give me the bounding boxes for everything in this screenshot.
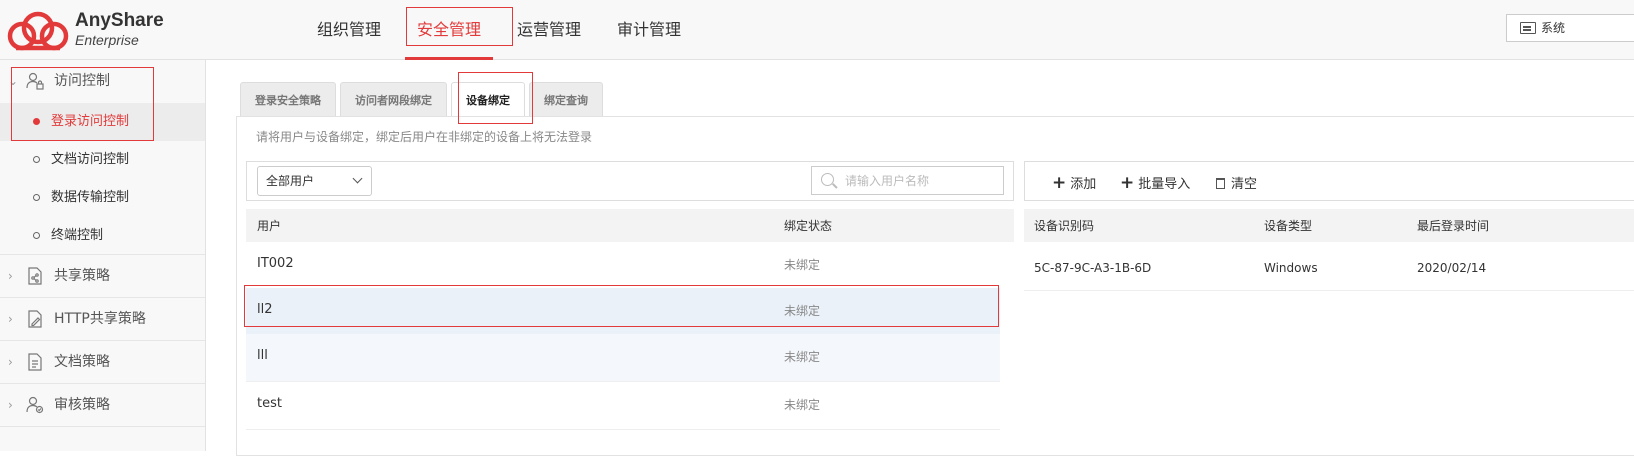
sidebar: ⌄ 访问控制 登录访问控制 文档访问控制 数据传输控制 终端控制 › 共享策略 …: [0, 60, 206, 451]
sidebar-group-doc-policy[interactable]: › 文档策略: [0, 341, 205, 384]
column-header-binding-status: 绑定状态: [784, 219, 833, 233]
last-login-time: 2020/02/14: [1417, 261, 1487, 275]
tab-device-binding[interactable]: 设备绑定: [451, 82, 525, 117]
hint-text: 请将用户与设备绑定，绑定后用户在非绑定的设备上将无法登录: [256, 130, 593, 144]
sidebar-group-http-share-policy[interactable]: › HTTP共享策略: [0, 298, 205, 341]
binding-status: 未绑定: [784, 258, 821, 272]
logo-subtitle: Enterprise: [75, 32, 139, 48]
tab-binding-query[interactable]: 绑定查询: [529, 82, 603, 117]
clear-button[interactable]: 清空: [1216, 173, 1257, 192]
sidebar-item-label: 终端控制: [51, 228, 104, 243]
user-search-input[interactable]: [845, 171, 995, 191]
add-label: 添加: [1070, 177, 1097, 192]
nav-security-management[interactable]: 安全管理: [405, 0, 494, 60]
system-icon: [1520, 22, 1536, 34]
search-icon: [821, 173, 834, 186]
user-filter-value: 全部用户: [266, 174, 315, 188]
import-label: 批量导入: [1138, 177, 1191, 192]
device-toolbar: [1024, 161, 1634, 201]
user-filter-select[interactable]: 全部用户: [257, 166, 372, 196]
table-row[interactable]: test 未绑定: [246, 382, 1000, 430]
sidebar-group-audit-policy[interactable]: › 审核策略: [0, 384, 205, 427]
sidebar-item-label: 文档访问控制: [51, 152, 130, 167]
user-lock-icon: [26, 72, 44, 90]
binding-status: 未绑定: [784, 398, 821, 412]
sidebar-item-label: 数据传输控制: [51, 190, 130, 205]
doc-icon: [28, 353, 42, 371]
tab-login-security-policy[interactable]: 登录安全策略: [240, 82, 336, 117]
user-name: lll: [257, 348, 268, 363]
nav-operation-management[interactable]: 运营管理: [505, 0, 593, 60]
chevron-right-icon: ›: [8, 398, 13, 412]
table-row[interactable]: 5C-87-9C-A3-1B-6D Windows 2020/02/14: [1024, 245, 1634, 291]
column-header-device-code: 设备识别码: [1034, 219, 1095, 233]
chevron-right-icon: ›: [8, 355, 13, 369]
sidebar-group-share-policy[interactable]: › 共享策略: [0, 255, 205, 298]
chevron-right-icon: ›: [8, 312, 13, 326]
sidebar-group-label: 共享策略: [54, 268, 110, 284]
column-header-last-login: 最后登录时间: [1417, 219, 1490, 233]
nav-audit-management[interactable]: 审计管理: [605, 0, 693, 60]
sidebar-group-access-control[interactable]: ⌄ 访问控制: [0, 60, 205, 103]
policy-tabs: 登录安全策略 访问者网段绑定 设备绑定 绑定查询: [240, 82, 607, 117]
sidebar-item-data-transfer-control[interactable]: 数据传输控制: [0, 179, 205, 217]
sidebar-group-label: HTTP共享策略: [54, 311, 146, 327]
sidebar-item-terminal-control[interactable]: 终端控制: [0, 217, 205, 255]
share-doc-icon: [28, 267, 42, 285]
binding-status: 未绑定: [784, 350, 821, 364]
user-name: test: [257, 396, 282, 411]
plus-icon: +: [1052, 173, 1067, 193]
sidebar-group-label: 审核策略: [54, 397, 110, 413]
device-table-header: 设备识别码 设备类型 最后登录时间: [1024, 209, 1634, 242]
tab-visitor-segment-binding[interactable]: 访问者网段绑定: [340, 82, 447, 117]
system-button-label: 系统: [1541, 21, 1566, 35]
chevron-down-icon: ⌄: [8, 74, 19, 88]
bullet-icon: [33, 156, 40, 163]
bullet-icon: [33, 118, 40, 125]
bullet-icon: [33, 232, 40, 239]
user-table-header: 用户 绑定状态: [246, 209, 1014, 242]
device-code: 5C-87-9C-A3-1B-6D: [1034, 261, 1152, 275]
user-search-box: [811, 166, 1004, 195]
edit-doc-icon: [28, 310, 42, 328]
sidebar-item-login-access-control[interactable]: 登录访问控制: [0, 103, 205, 141]
bullet-icon: [33, 194, 40, 201]
user-audit-icon: [26, 396, 44, 414]
column-header-user: 用户: [257, 219, 282, 233]
plus-icon: +: [1120, 173, 1135, 193]
chevron-down-icon: [352, 173, 363, 184]
chevron-right-icon: ›: [8, 269, 13, 283]
nav-org-management[interactable]: 组织管理: [305, 0, 393, 60]
table-row[interactable]: lll 未绑定: [246, 334, 1000, 382]
device-type: Windows: [1264, 261, 1318, 275]
column-header-device-type: 设备类型: [1264, 219, 1313, 233]
trash-icon: [1216, 178, 1225, 189]
clear-label: 清空: [1231, 177, 1258, 192]
sidebar-group-label: 文档策略: [54, 354, 110, 370]
sidebar-group-label: 访问控制: [54, 73, 110, 89]
add-device-button[interactable]: + 添加: [1052, 173, 1097, 193]
batch-import-button[interactable]: + 批量导入: [1120, 173, 1191, 193]
user-name: ll2: [257, 302, 273, 317]
logo-text: AnyShare Enterprise: [75, 10, 164, 48]
system-button[interactable]: 系统: [1506, 14, 1634, 42]
sidebar-item-doc-access-control[interactable]: 文档访问控制: [0, 141, 205, 179]
sidebar-item-label: 登录访问控制: [51, 114, 130, 129]
binding-status: 未绑定: [784, 304, 821, 318]
main-nav: 组织管理 安全管理 运营管理 审计管理: [305, 0, 705, 60]
user-name: IT002: [257, 256, 294, 271]
logo-title: AnyShare: [75, 10, 164, 31]
table-row[interactable]: ll2 未绑定: [246, 288, 1000, 336]
top-header: AnyShare Enterprise 组织管理 安全管理 运营管理 审计管理 …: [0, 0, 1634, 60]
table-row[interactable]: IT002 未绑定: [246, 242, 1000, 290]
